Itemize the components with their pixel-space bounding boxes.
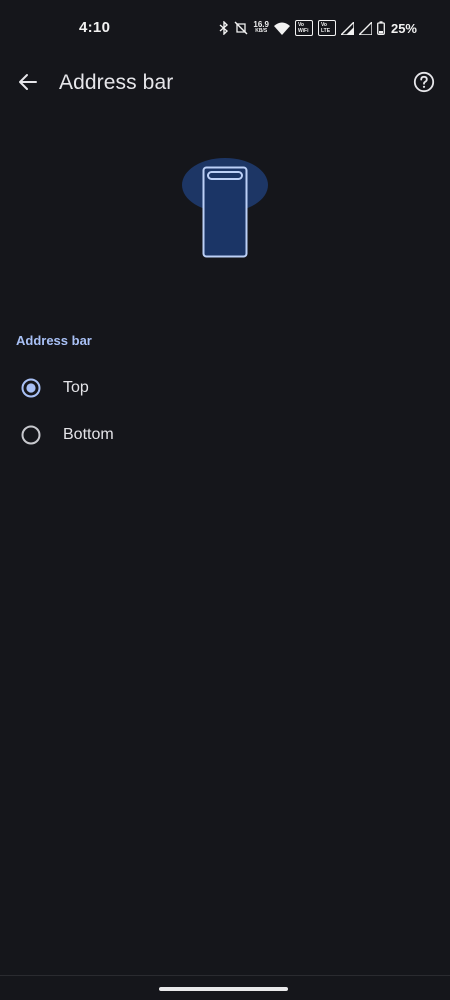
app-bar: Address bar: [0, 56, 450, 112]
battery-percent: 25%: [390, 20, 417, 36]
vowifi-badge-bottom: WiFi: [297, 28, 309, 34]
wifi-icon: [273, 22, 290, 35]
option-top[interactable]: Top: [0, 364, 450, 412]
arrow-back-icon: [18, 72, 38, 97]
net-speed-unit: KB/S: [255, 28, 268, 34]
volte-badge: Vo LTE: [317, 20, 336, 36]
illustration-phone: [202, 166, 248, 258]
radio-unselected-icon[interactable]: [21, 425, 41, 445]
vibrate-off-icon: [234, 21, 248, 35]
vowifi-badge: Vo WiFi: [294, 20, 313, 36]
help-circle-icon: [413, 71, 435, 98]
illustration-address-bar: [207, 171, 243, 180]
bluetooth-icon: [219, 21, 229, 35]
signal-icon: [340, 21, 354, 35]
volte-badge-bottom: LTE: [320, 28, 331, 34]
status-time: 4:10: [79, 19, 111, 36]
battery-icon: [377, 21, 385, 35]
section-header: Address bar: [16, 333, 92, 348]
home-indicator[interactable]: [159, 987, 288, 991]
signal-icon-2: [358, 21, 372, 35]
help-button[interactable]: [410, 70, 438, 98]
page-title: Address bar: [59, 71, 174, 94]
nav-divider: [0, 975, 450, 976]
radio-selected-icon[interactable]: [21, 378, 41, 398]
option-bottom-label: Bottom: [63, 426, 114, 443]
option-bottom[interactable]: Bottom: [0, 411, 450, 459]
net-speed: 16.9 KB/S: [253, 21, 269, 35]
option-top-label: Top: [63, 379, 89, 396]
status-bar: 4:10 16.9 KB/S Vo WiFi Vo LTE 25%: [0, 0, 450, 56]
net-speed-value: 16.9: [253, 20, 269, 29]
screen: 4:10 16.9 KB/S Vo WiFi Vo LTE 25% Addres…: [0, 0, 450, 1000]
back-button[interactable]: [12, 68, 44, 100]
phone-address-bar-illustration: [175, 152, 275, 262]
status-icons: 16.9 KB/S Vo WiFi Vo LTE 25%: [219, 18, 417, 38]
